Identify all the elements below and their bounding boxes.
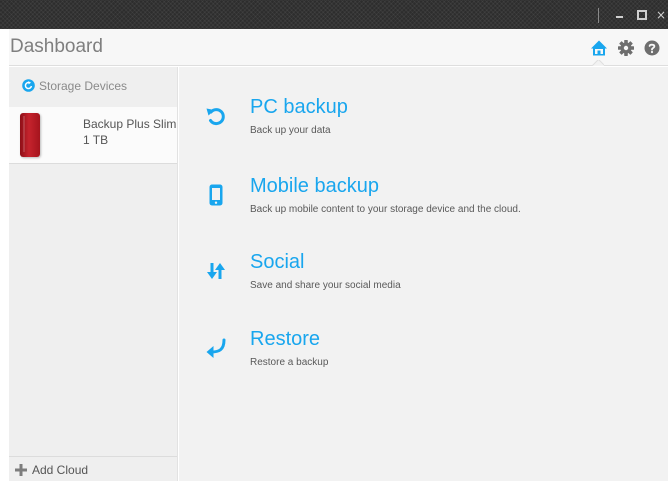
page-title: Dashboard (10, 36, 103, 57)
mobile-backup-action[interactable]: Mobile backup Back up mobile content to … (179, 175, 668, 223)
close-icon[interactable]: × (656, 9, 668, 21)
minimize-icon[interactable] (614, 9, 628, 21)
pc-backup-action[interactable]: PC backup Back up your data (179, 96, 668, 144)
storage-device-item[interactable]: Backup Plus Slim 1 TB (9, 107, 177, 164)
action-description: Restore a backup (250, 357, 329, 368)
active-tab-indicator (592, 60, 604, 66)
action-description: Back up mobile content to your storage d… (250, 204, 521, 215)
mobile-icon (209, 184, 223, 206)
add-cloud-button[interactable]: Add Cloud (9, 456, 177, 481)
app-header: Dashboard (9, 29, 668, 66)
backup-icon (206, 108, 225, 126)
add-cloud-label: Add Cloud (32, 463, 89, 477)
social-action[interactable]: Social Save and share your social media (179, 251, 668, 299)
home-icon[interactable] (590, 39, 608, 57)
restore-action[interactable]: Restore Restore a backup (179, 328, 668, 376)
device-capacity: 1 TB (83, 133, 109, 147)
maximize-icon[interactable] (636, 9, 650, 21)
dashboard-main: PC backup Back up your data Mobile backu… (179, 67, 668, 481)
action-title: Restore (250, 328, 321, 350)
help-icon[interactable] (643, 39, 661, 57)
gear-icon[interactable] (617, 39, 635, 57)
plus-icon (15, 464, 27, 476)
device-name: Backup Plus Slim (83, 117, 177, 131)
action-description: Back up your data (250, 125, 331, 136)
window-titlebar: × (0, 0, 668, 29)
titlebar-separator (598, 8, 599, 23)
drive-icon (20, 113, 40, 157)
restore-icon (206, 338, 226, 358)
refresh-icon (22, 79, 35, 92)
storage-devices-label: Storage Devices (39, 79, 128, 93)
social-icon (207, 263, 225, 279)
action-title: PC backup (250, 96, 348, 118)
action-description: Save and share your social media (250, 280, 401, 291)
sidebar: Storage Devices Backup Plus Slim 1 TB Ad… (9, 67, 178, 481)
action-title: Social (250, 251, 305, 273)
action-title: Mobile backup (250, 175, 379, 197)
